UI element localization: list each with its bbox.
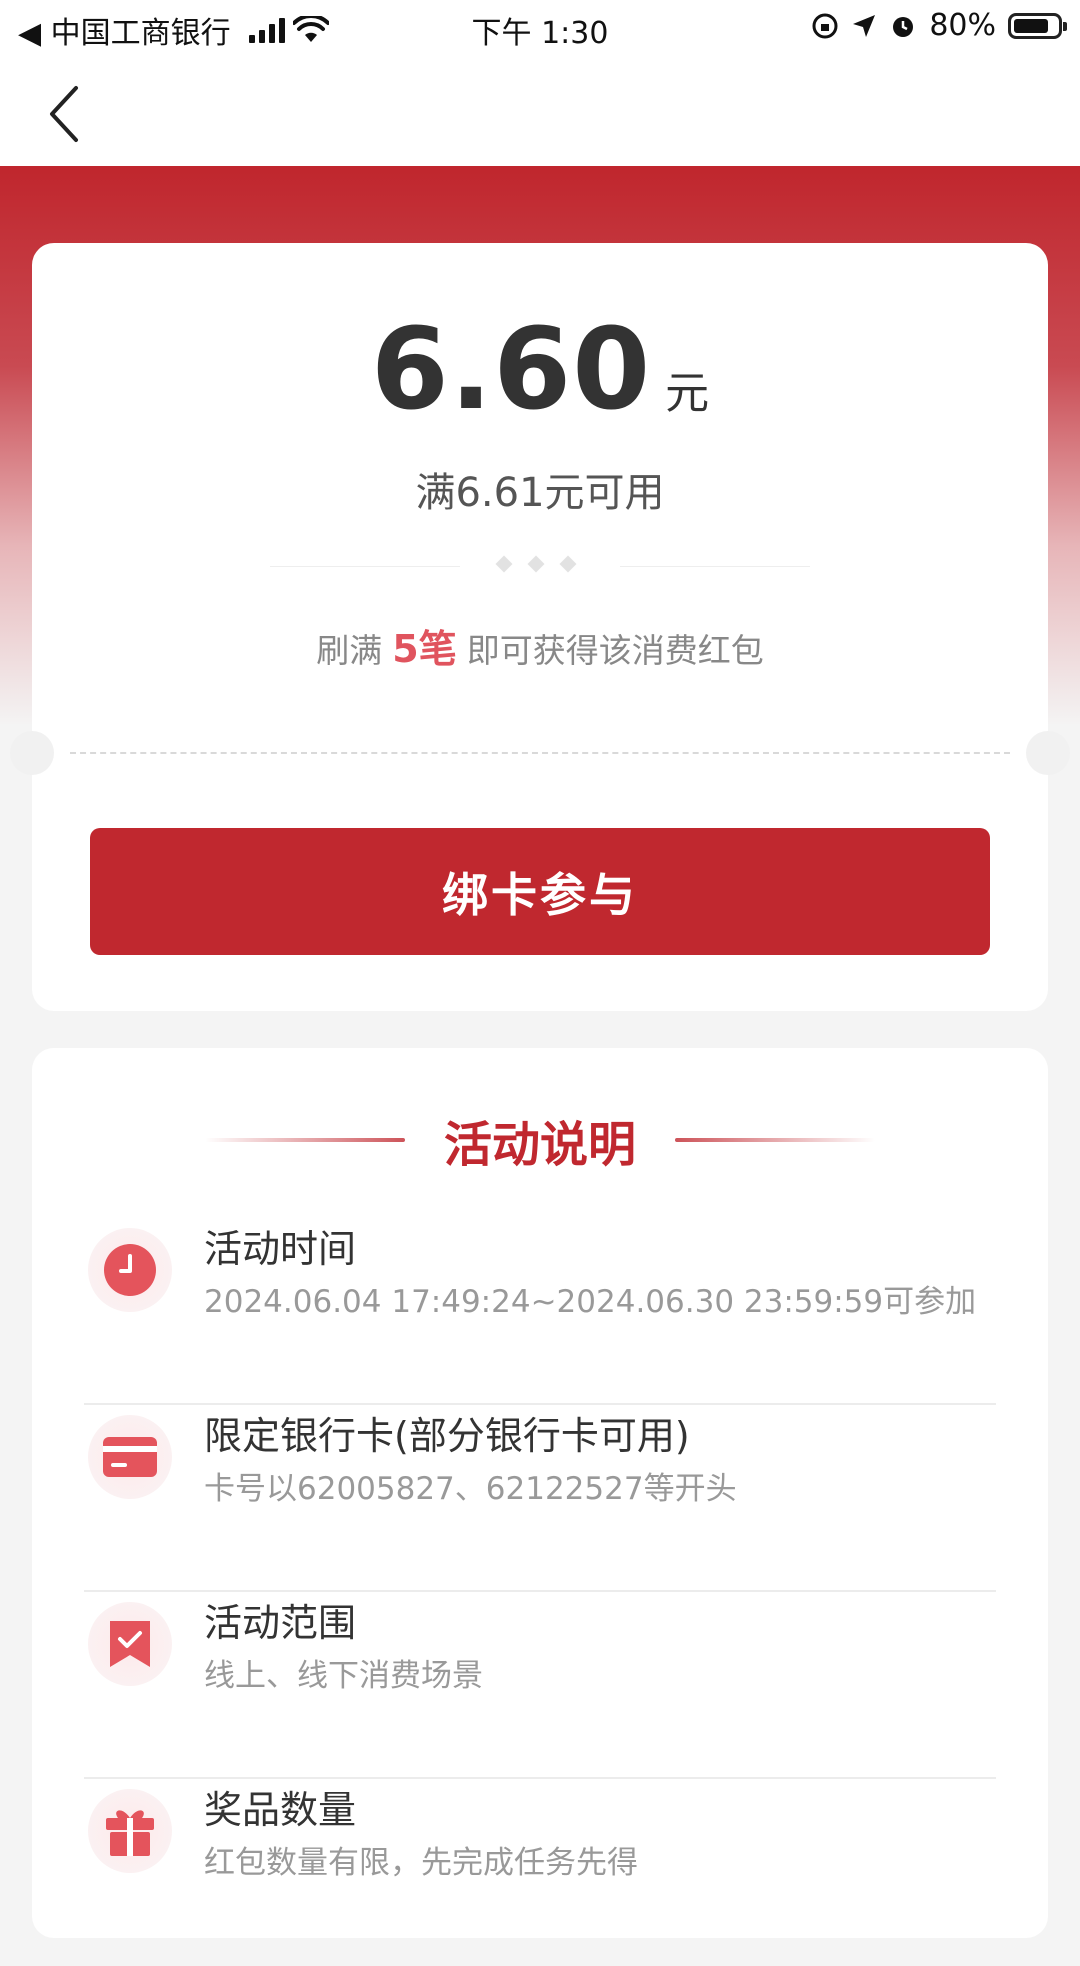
rule-item-scope: 活动范围 线上、线下消费场景 [84,1592,996,1779]
rule-desc: 红包数量有限，先完成任务先得 [204,1845,638,1881]
rule-desc: 卡号以62005827、62122527等开头 [204,1471,737,1507]
coupon-condition: 满6.61元可用 [415,470,665,516]
rule-desc: 2024.06.04 17:49:24~2024.06.30 23:59:59可… [204,1284,977,1320]
alarm-icon [893,16,914,37]
ticket-notch-right [1026,731,1070,775]
coupon-amount: 6.60 元 [0,305,1080,435]
rule-item-card: 限定银行卡(部分银行卡可用) 卡号以62005827、62122527等开头 [84,1405,996,1592]
back-arrow-icon[interactable] [40,80,100,150]
location-arrow-icon [853,14,876,37]
card-icon [88,1415,172,1499]
status-bar: ◀ 中国工商银行 下午 1:30 80% [0,0,1080,56]
title-line-right [675,1138,875,1142]
ticket-dashed-divider [70,752,1010,754]
rule-title: 活动范围 [204,1601,357,1645]
task-requirement: 刷满 5笔 即可获得该消费红包 [0,618,1080,673]
nav-bar [0,56,1080,166]
bookmark-check-icon [88,1602,172,1686]
battery-fill [1014,18,1048,33]
rule-desc: 线上、线下消费场景 [204,1658,483,1694]
task-prefix: 刷满 [316,631,383,670]
divider-left [270,566,460,567]
rule-title: 限定银行卡(部分银行卡可用) [204,1414,690,1458]
divider-dots [495,555,577,573]
rule-title: 活动时间 [204,1227,357,1271]
rule-item-time: 活动时间 2024.06.04 17:49:24~2024.06.30 23:5… [84,1218,996,1405]
divider-right [620,566,810,567]
ticket-notch-left [10,731,54,775]
bind-card-button[interactable]: 绑卡参与 [90,828,990,955]
task-count: 5笔 [392,627,457,671]
rule-title: 奖品数量 [204,1788,357,1832]
battery-percent: 80% [929,8,996,43]
rotation-lock-icon [812,13,838,38]
battery-icon [1008,12,1067,39]
task-suffix: 即可获得该消费红包 [466,631,764,670]
rules-title: 活动说明 [443,1117,636,1173]
gift-icon [88,1789,172,1873]
coupon-amount-unit: 元 [665,368,710,419]
coupon-amount-value: 6.60 [370,305,652,435]
rule-item-prize: 奖品数量 红包数量有限，先完成任务先得 [84,1779,996,1966]
clock-icon [88,1228,172,1312]
